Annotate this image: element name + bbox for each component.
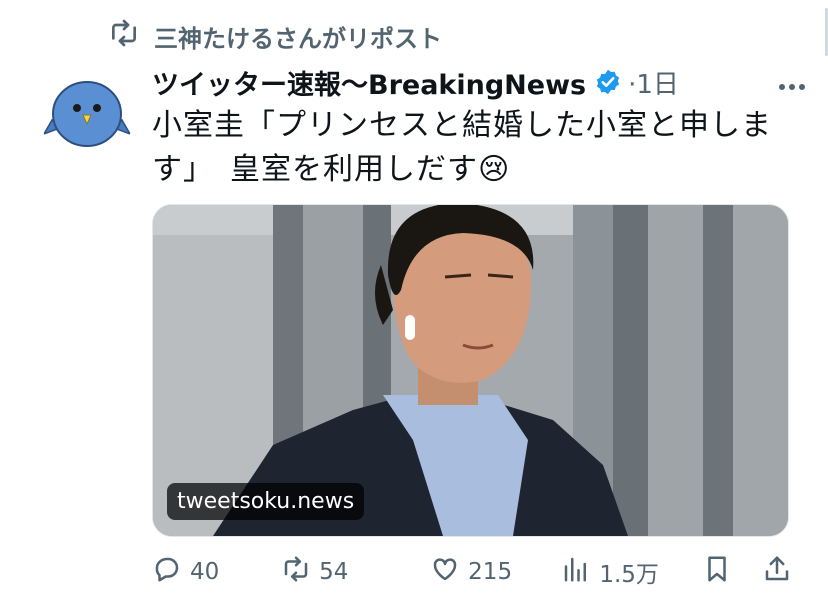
- tweet-text: 小室圭「プリンセスと結婚した小室と申しま す」 皇室を利用しだす😢: [152, 104, 772, 192]
- tweet-text-line-2: す」 皇室を利用しだす: [152, 152, 478, 187]
- share-button[interactable]: [762, 554, 792, 590]
- author-avatar[interactable]: [40, 68, 134, 162]
- tweet-actions: 40 54 215 1.5万: [152, 552, 792, 592]
- tweet-header: ツイッター速報〜BreakingNews ·1日: [152, 60, 806, 104]
- tweet-media-image[interactable]: tweetsoku.news: [152, 204, 789, 537]
- repost-count: 54: [319, 559, 349, 585]
- like-count: 215: [468, 559, 513, 585]
- repost-context-text: 三神たけるさんがリポスト: [154, 24, 442, 53]
- media-watermark: tweetsoku.news: [167, 483, 365, 520]
- more-icon[interactable]: [778, 77, 806, 90]
- views-icon: [561, 554, 591, 590]
- author-name[interactable]: ツイッター速報〜BreakingNews: [152, 63, 586, 102]
- verified-badge-icon: [594, 68, 622, 96]
- reply-count: 40: [190, 559, 220, 585]
- repost-button[interactable]: 54: [281, 554, 430, 590]
- reply-button[interactable]: 40: [152, 554, 281, 590]
- repost-context[interactable]: 三神たけるさんがリポスト: [108, 18, 442, 54]
- bookmark-button[interactable]: [702, 554, 762, 590]
- repost-icon: [281, 554, 311, 590]
- view-count: 1.5万: [599, 562, 659, 588]
- crying-face-emoji: 😢: [478, 152, 511, 187]
- reply-icon: [152, 554, 182, 590]
- tweet-text-line-2-wrap: す」 皇室を利用しだす😢: [152, 148, 762, 192]
- tweet-time[interactable]: ·1日: [628, 64, 679, 101]
- tweet-text-line-1: 小室圭「プリンセスと結婚した小室と申しま: [152, 108, 772, 143]
- heart-icon: [430, 554, 460, 590]
- views-button[interactable]: 1.5万: [561, 554, 702, 590]
- bookmark-icon: [702, 554, 732, 590]
- share-icon: [762, 554, 792, 590]
- like-button[interactable]: 215: [430, 554, 561, 590]
- repost-icon: [108, 17, 140, 55]
